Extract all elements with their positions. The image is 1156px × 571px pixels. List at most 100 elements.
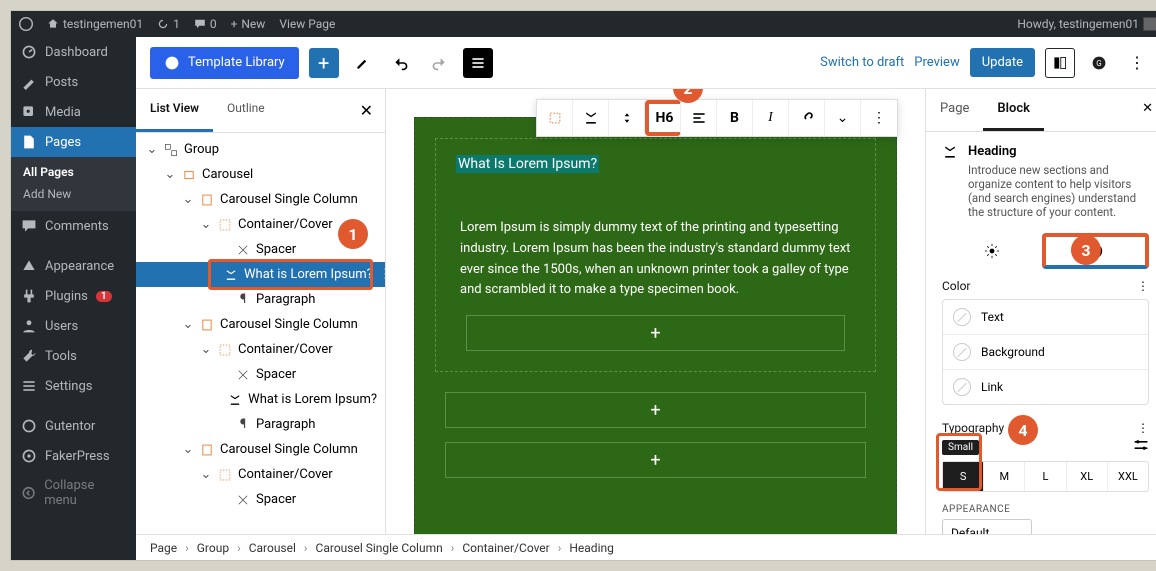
menu-comments[interactable]: Comments [11, 211, 136, 241]
heading-level-button[interactable]: H6 [645, 100, 681, 136]
editor-canvas[interactable]: 2 H6 B I ⌄ [386, 89, 925, 560]
size-settings-icon[interactable] [1133, 439, 1149, 455]
add-block-button[interactable]: + [309, 48, 339, 78]
template-library-button[interactable]: Template Library [150, 47, 299, 79]
align-icon[interactable] [681, 100, 717, 136]
italic-button[interactable]: I [753, 100, 789, 136]
tree-csc-3[interactable]: ⌄Carousel Single Column [136, 437, 385, 462]
redo-icon[interactable] [425, 49, 453, 77]
annotation-4: 4 [1008, 415, 1038, 445]
swatch-icon [953, 308, 971, 326]
heading-block[interactable]: What Is Lorem Ipsum? [456, 155, 599, 173]
size-xxl[interactable]: XXL [1107, 462, 1148, 491]
admin-bar: testingemen01 1 0 + New View Page Howdy,… [11, 11, 1156, 37]
settings-panel: Page Block ✕ Heading Introduce new secti… [925, 89, 1156, 560]
options-menu[interactable]: ⋮ [1123, 49, 1151, 77]
menu-settings[interactable]: Settings [11, 371, 136, 401]
appender-2[interactable]: + [445, 392, 866, 428]
site-home[interactable]: testingemen01 [47, 17, 143, 31]
tree-heading-selected[interactable]: What is Lorem Ipsum?⋮ [136, 262, 385, 287]
tree-container-3[interactable]: ⌄Container/Cover [136, 462, 385, 487]
view-page[interactable]: View Page [279, 17, 335, 31]
tab-block-settings[interactable]: Block [983, 89, 1044, 131]
select-parent-icon[interactable] [537, 100, 573, 136]
color-text-row[interactable]: Text [943, 300, 1148, 334]
crumb-0[interactable]: Page [150, 541, 177, 555]
tree-spacer-2[interactable]: Spacer [136, 362, 385, 387]
menu-fakerpress[interactable]: FakerPress [11, 441, 136, 471]
menu-dashboard[interactable]: Dashboard [11, 37, 136, 67]
wp-logo[interactable] [19, 17, 33, 31]
list-view-toggle[interactable] [463, 48, 493, 78]
swatch-icon [953, 343, 971, 361]
settings-tab-general-icon[interactable] [942, 233, 1042, 269]
tree-csc-1[interactable]: ⌄Carousel Single Column [136, 187, 385, 212]
gutentor-icon[interactable]: G [1085, 49, 1113, 77]
list-view-panel: List View Outline ✕ ⌄Group ⌄Carousel ⌄Ca… [136, 89, 386, 560]
menu-appearance[interactable]: Appearance [11, 251, 136, 281]
size-m[interactable]: M [983, 462, 1024, 491]
crumb-1[interactable]: Group [197, 541, 229, 555]
switch-to-draft[interactable]: Switch to draft [820, 55, 904, 70]
close-list-panel[interactable]: ✕ [348, 89, 385, 132]
annotation-3: 3 [1071, 235, 1101, 265]
edit-mode-icon[interactable] [349, 49, 377, 77]
crumb-3[interactable]: Carousel Single Column [316, 541, 443, 555]
crumb-4[interactable]: Container/Cover [462, 541, 549, 555]
menu-tools[interactable]: Tools [11, 341, 136, 371]
crumb-5[interactable]: Heading [569, 541, 614, 555]
chevron-down-icon[interactable]: ⌄ [825, 100, 861, 136]
update-button[interactable]: Update [970, 48, 1035, 77]
carousel-block[interactable]: 2 H6 B I ⌄ [414, 117, 897, 537]
submenu-all-pages[interactable]: All Pages [11, 161, 136, 183]
menu-media[interactable]: Media [11, 97, 136, 127]
crumb-2[interactable]: Carousel [249, 541, 296, 555]
tab-list-view[interactable]: List View [136, 89, 213, 132]
collapse-menu[interactable]: Collapse menu [11, 471, 136, 515]
tree-container-2[interactable]: ⌄Container/Cover [136, 337, 385, 362]
preview-link[interactable]: Preview [914, 55, 959, 70]
tab-page-settings[interactable]: Page [926, 89, 983, 131]
menu-plugins[interactable]: Plugins 1 [11, 281, 136, 311]
editor-toolbar: Template Library + Switch to draft Previ… [136, 37, 1156, 89]
tree-paragraph-1[interactable]: ¶Paragraph [136, 287, 385, 312]
tree-spacer-3[interactable]: Spacer [136, 487, 385, 512]
more-options-icon[interactable]: ⋮ [861, 100, 897, 136]
link-icon[interactable] [789, 100, 825, 136]
tree-csc-2[interactable]: ⌄Carousel Single Column [136, 312, 385, 337]
color-options-icon[interactable]: ⋮ [1137, 279, 1149, 293]
annotation-1: 1 [338, 219, 368, 249]
size-s[interactable]: S [943, 462, 983, 491]
tree-group[interactable]: ⌄Group [136, 137, 385, 162]
submenu-add-new[interactable]: Add New [11, 183, 136, 205]
wp-admin-sidebar: Dashboard Posts Media Pages All Pages Ad… [11, 37, 136, 560]
tree-paragraph-2[interactable]: ¶Paragraph [136, 412, 385, 437]
view-toggle-icon[interactable] [1045, 48, 1075, 78]
color-background-row[interactable]: Background [943, 334, 1148, 369]
typography-options-icon[interactable]: ⋮ [1137, 421, 1149, 435]
tree-heading-2[interactable]: What is Lorem Ipsum? [136, 387, 385, 412]
menu-pages[interactable]: Pages [11, 127, 136, 157]
color-link-row[interactable]: Link [943, 369, 1148, 404]
undo-icon[interactable] [387, 49, 415, 77]
paragraph-block[interactable]: Lorem Ipsum is simply dummy text of the … [456, 218, 855, 301]
appender-3[interactable]: + [445, 442, 866, 478]
close-settings[interactable]: ✕ [1130, 89, 1156, 131]
howdy[interactable]: Howdy, testingemen01 [1017, 17, 1156, 31]
menu-posts[interactable]: Posts [11, 67, 136, 97]
move-up-down-icon[interactable] [609, 100, 645, 136]
bold-button[interactable]: B [717, 100, 753, 136]
size-xl[interactable]: XL [1066, 462, 1107, 491]
menu-users[interactable]: Users [11, 311, 136, 341]
container-block[interactable]: 2 H6 B I ⌄ [435, 138, 876, 372]
appender-1[interactable]: + [466, 315, 845, 351]
row-options[interactable]: ⋮ [379, 267, 385, 282]
block-icon[interactable] [573, 100, 609, 136]
new-content[interactable]: + New [231, 17, 266, 31]
size-l[interactable]: L [1024, 462, 1065, 491]
menu-gutentor[interactable]: Gutentor [11, 411, 136, 441]
tab-outline[interactable]: Outline [213, 89, 279, 132]
tree-carousel[interactable]: ⌄Carousel [136, 162, 385, 187]
updates[interactable]: 1 [157, 17, 180, 31]
comments-count[interactable]: 0 [194, 17, 217, 31]
